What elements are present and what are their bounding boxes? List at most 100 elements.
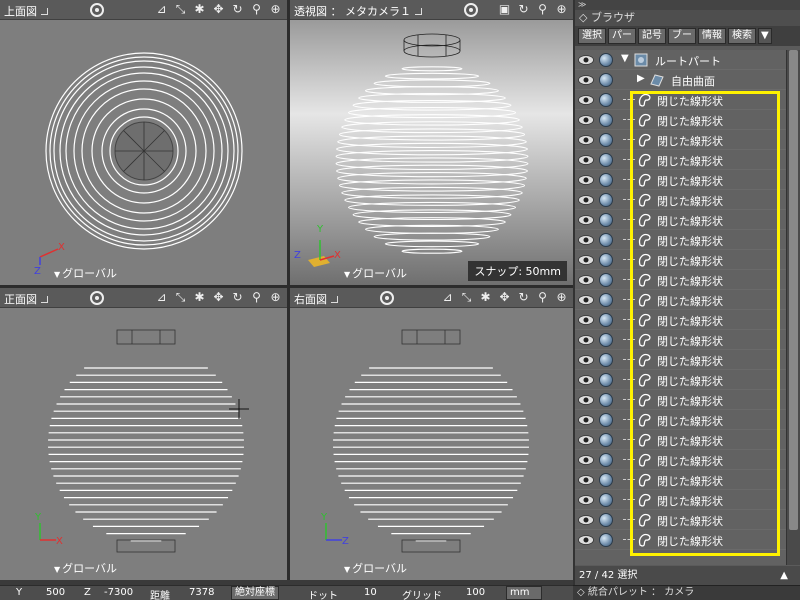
integrated-palette-bar[interactable]: ◇ 統合パレット ： カメラ (573, 585, 800, 600)
viewport-title[interactable]: 上面図 (4, 3, 48, 19)
render-toggle-icon[interactable] (599, 173, 613, 187)
tree-item-closed-line[interactable]: 閉じた線形状 (575, 310, 788, 330)
scroll-thumb[interactable] (789, 50, 798, 530)
eye-icon[interactable] (578, 355, 594, 365)
eye-icon[interactable] (578, 295, 594, 305)
coord-system-dropdown[interactable]: ▼ グローバル (344, 560, 407, 576)
magnify-icon[interactable]: ⚲ (249, 290, 264, 305)
dot-value[interactable]: 10 (364, 587, 377, 598)
magnify-icon[interactable]: ⚲ (249, 2, 264, 17)
tree-item-closed-line[interactable]: 閉じた線形状 (575, 290, 788, 310)
view-tool-icon[interactable]: ⊿ (154, 290, 169, 305)
eye-icon[interactable] (578, 395, 594, 405)
magnify-icon[interactable]: ⚲ (535, 290, 550, 305)
render-toggle-icon[interactable] (599, 393, 613, 407)
pan-icon[interactable]: ⊕ (554, 290, 569, 305)
render-toggle-icon[interactable] (599, 53, 613, 67)
eye-icon[interactable] (578, 375, 594, 385)
tree-item-closed-line[interactable]: 閉じた線形状 (575, 370, 788, 390)
camera-icon[interactable]: ▣ (497, 2, 512, 17)
move-icon[interactable]: ✥ (211, 2, 226, 17)
render-toggle-icon[interactable] (599, 213, 613, 227)
tree-item-closed-line[interactable]: 閉じた線形状 (575, 90, 788, 110)
eye-icon[interactable] (578, 175, 594, 185)
viewport-title[interactable]: 右面図 (294, 291, 338, 307)
right-view-canvas[interactable]: Y Z (290, 308, 573, 580)
tree-item-root-part[interactable]: ▼ ルートパート (575, 50, 788, 70)
render-toggle-icon[interactable] (599, 373, 613, 387)
rotate-icon[interactable]: ↻ (230, 290, 245, 305)
render-toggle-icon[interactable] (599, 273, 613, 287)
magnify-icon[interactable]: ⚲ (535, 2, 550, 17)
browser-scrollbar[interactable] (786, 50, 800, 565)
coord-system-dropdown[interactable]: ▼ グローバル (54, 560, 117, 576)
expand-toggle-icon[interactable]: ▶ (637, 73, 645, 84)
tree-item-closed-line[interactable]: 閉じた線形状 (575, 210, 788, 230)
target-icon[interactable] (90, 291, 104, 305)
move-icon[interactable]: ✥ (497, 290, 512, 305)
rotate-icon[interactable]: ↻ (230, 2, 245, 17)
eye-icon[interactable] (578, 235, 594, 245)
eye-icon[interactable] (578, 415, 594, 425)
tree-item-closed-line[interactable]: 閉じた線形状 (575, 390, 788, 410)
tab-symbol[interactable]: 記号 (638, 28, 666, 44)
render-toggle-icon[interactable] (599, 73, 613, 87)
tree-item-closed-line[interactable]: 閉じた線形状 (575, 230, 788, 250)
render-toggle-icon[interactable] (599, 93, 613, 107)
tab-part[interactable]: パー (608, 28, 636, 44)
eye-icon[interactable] (578, 435, 594, 445)
tree-item-closed-line[interactable]: 閉じた線形状 (575, 470, 788, 490)
eye-icon[interactable] (578, 475, 594, 485)
tab-info[interactable]: 情報 (698, 28, 726, 44)
tree-item-closed-line[interactable]: 閉じた線形状 (575, 270, 788, 290)
scroll-up-icon[interactable]: ▲ (780, 566, 788, 585)
render-toggle-icon[interactable] (599, 333, 613, 347)
viewport-front[interactable]: 正面図 ⊿ ⤡ ✱ ✥ ↻ ⚲ ⊕ Y X ▼ グローバル (0, 288, 287, 580)
coord-system-dropdown[interactable]: ▼ グローバル (54, 265, 117, 281)
panel-collapse-handle[interactable]: ≫ (575, 0, 800, 10)
tab-boolean[interactable]: ブー (668, 28, 696, 44)
tree-item-closed-line[interactable]: 閉じた線形状 (575, 450, 788, 470)
tree-item-closed-line[interactable]: 閉じた線形状 (575, 130, 788, 150)
tab-select[interactable]: 選択 (578, 28, 606, 44)
eye-icon[interactable] (578, 515, 594, 525)
view-tool-icon[interactable]: ⊿ (154, 2, 169, 17)
eye-icon[interactable] (578, 495, 594, 505)
tree-item-closed-line[interactable]: 閉じた線形状 (575, 250, 788, 270)
render-toggle-icon[interactable] (599, 353, 613, 367)
tree-item-closed-line[interactable]: 閉じた線形状 (575, 510, 788, 530)
coord-mode-select[interactable]: 絶対座標 (231, 586, 279, 600)
target-icon[interactable] (380, 291, 394, 305)
top-view-canvas[interactable]: X Z (0, 20, 287, 285)
viewport-title[interactable]: 透視図 ： メタカメラ１ (294, 3, 422, 19)
settings-icon[interactable]: ✱ (192, 2, 207, 17)
settings-icon[interactable]: ✱ (192, 290, 207, 305)
tree-item-closed-line[interactable]: 閉じた線形状 (575, 530, 788, 550)
tree-item-closed-line[interactable]: 閉じた線形状 (575, 170, 788, 190)
render-toggle-icon[interactable] (599, 473, 613, 487)
render-toggle-icon[interactable] (599, 493, 613, 507)
render-toggle-icon[interactable] (599, 533, 613, 547)
render-toggle-icon[interactable] (599, 133, 613, 147)
render-toggle-icon[interactable] (599, 153, 613, 167)
render-toggle-icon[interactable] (599, 433, 613, 447)
eye-icon[interactable] (578, 55, 594, 65)
render-toggle-icon[interactable] (599, 233, 613, 247)
zoom-fit-icon[interactable]: ⤡ (173, 2, 188, 17)
tree-item-closed-line[interactable]: 閉じた線形状 (575, 490, 788, 510)
render-toggle-icon[interactable] (599, 293, 613, 307)
viewport-right[interactable]: 右面図 ⊿ ⤡ ✱ ✥ ↻ ⚲ ⊕ Y Z ▼ グローバル (290, 288, 573, 580)
tab-search[interactable]: 検索 (728, 28, 756, 44)
render-toggle-icon[interactable] (599, 113, 613, 127)
eye-icon[interactable] (578, 195, 594, 205)
render-toggle-icon[interactable] (599, 413, 613, 427)
pan-icon[interactable]: ⊕ (268, 290, 283, 305)
eye-icon[interactable] (578, 275, 594, 285)
target-icon[interactable] (464, 3, 478, 17)
render-toggle-icon[interactable] (599, 313, 613, 327)
eye-icon[interactable] (578, 115, 594, 125)
render-toggle-icon[interactable] (599, 453, 613, 467)
tree-item-closed-line[interactable]: 閉じた線形状 (575, 330, 788, 350)
viewport-perspective[interactable]: 透視図 ： メタカメラ１ ▣ ↻ ⚲ ⊕ Y X Z ▼ グローバル スナップ: … (290, 0, 573, 285)
eye-icon[interactable] (578, 95, 594, 105)
